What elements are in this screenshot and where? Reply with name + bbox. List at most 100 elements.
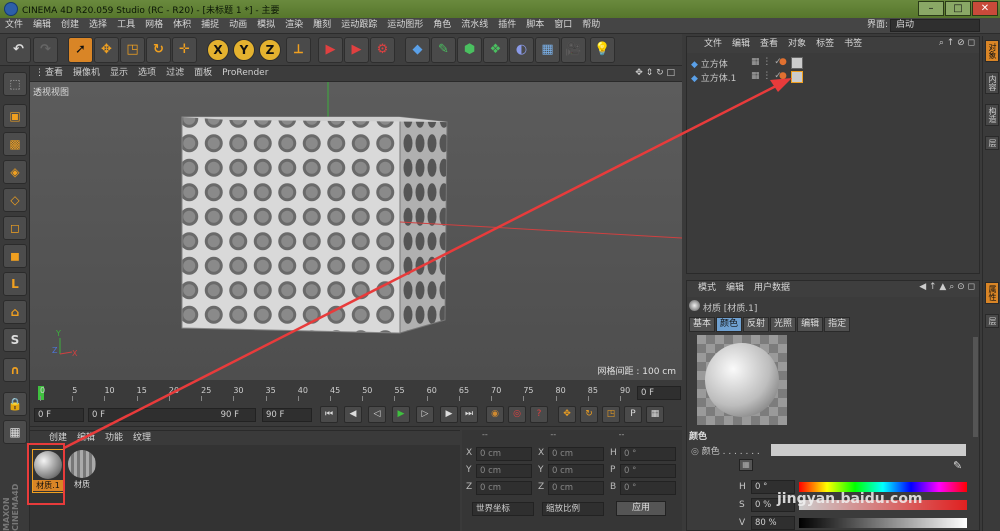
viewport-menu-item[interactable]: 选项 — [133, 66, 161, 81]
object-menu-item[interactable]: 查看 — [755, 37, 783, 52]
current-frame-field[interactable]: 0 F — [637, 386, 681, 400]
go-to-start-button[interactable]: ⏮ — [320, 406, 338, 423]
minimize-button[interactable]: – — [918, 1, 944, 16]
eyedropper-icon[interactable]: ✎ — [953, 459, 962, 472]
points-mode-icon[interactable]: ◇ — [3, 188, 27, 212]
object-menu-item[interactable]: 文件 — [699, 37, 727, 52]
workplane-icon[interactable]: ◈ — [3, 160, 27, 184]
phong-tag-icon[interactable]: ● — [779, 57, 787, 67]
grid-lock-icon[interactable]: ▦ — [3, 420, 27, 444]
coord-mode-dropdown[interactable]: 世界坐标 — [472, 502, 534, 516]
play-button[interactable]: ▶ — [392, 406, 410, 423]
solo-icon[interactable]: S — [3, 328, 27, 352]
coord-value-field[interactable]: 0 ° — [620, 447, 676, 461]
color-mode-icon[interactable]: ▦ — [739, 459, 753, 471]
object-menu-item[interactable]: 书签 — [839, 37, 867, 52]
menu-item[interactable]: 运动图形 — [382, 18, 428, 33]
coord-value-field[interactable]: 0 cm — [548, 481, 604, 495]
model-mode-icon[interactable]: ▣ — [3, 104, 27, 128]
deformer-icon[interactable]: ◐ — [509, 37, 534, 63]
select-tool-button[interactable]: ➚ — [68, 37, 93, 63]
menu-item[interactable]: 创建 — [56, 18, 84, 33]
viewport-menu-item[interactable]: 摄像机 — [68, 66, 105, 81]
go-to-end-button[interactable]: ⏭ — [460, 406, 478, 423]
edges-mode-icon[interactable]: ◻ — [3, 216, 27, 240]
coord-value-field[interactable]: 0 cm — [548, 464, 604, 478]
tab-editor[interactable]: 编辑 — [797, 317, 824, 332]
perspective-viewport[interactable]: 透视视图 Y Z X 网格间距 : 100 cm — [30, 82, 682, 380]
menu-item[interactable]: 运动跟踪 — [336, 18, 382, 33]
coord-value-field[interactable]: 0 ° — [620, 481, 676, 495]
floor-icon[interactable]: ▦ — [535, 37, 560, 63]
rotate-tool-button[interactable]: ↻ — [146, 37, 171, 63]
key-rotation-icon[interactable]: ↻ — [580, 406, 598, 423]
lock-icon[interactable]: 🔒 — [3, 392, 27, 416]
menu-item[interactable]: 动画 — [224, 18, 252, 33]
x-axis-lock-button[interactable]: X — [207, 39, 229, 61]
viewport-menu-item[interactable]: 过滤 — [161, 66, 189, 81]
tab-assign[interactable]: 指定 — [824, 317, 851, 332]
render-picture-viewer-button[interactable]: ▶ — [344, 37, 369, 63]
menu-item[interactable]: 工具 — [112, 18, 140, 33]
render-view-button[interactable]: ▶ — [318, 37, 343, 63]
attribute-scrollbar[interactable] — [973, 337, 978, 437]
phong-tag-icon[interactable]: ● — [779, 71, 787, 81]
layout-dropdown[interactable]: 启动 — [890, 19, 980, 32]
undo-button[interactable]: ↶ — [6, 37, 31, 63]
object-menu-item[interactable]: 编辑 — [727, 37, 755, 52]
key-param-icon[interactable]: P — [624, 406, 642, 423]
array-icon[interactable]: ❖ — [483, 37, 508, 63]
object-row[interactable]: ◆ 立方体.1 ▦ ⋮ ✓ ● — [691, 71, 977, 84]
previous-frame-button[interactable]: ◁ — [368, 406, 386, 423]
viewport-menu-item[interactable]: 查看 — [40, 66, 68, 81]
tab-basic[interactable]: 基本 — [689, 317, 716, 332]
attribute-menu-item[interactable]: 模式 — [693, 281, 721, 296]
viewport-menu-item[interactable]: 显示 — [105, 66, 133, 81]
coord-size-dropdown[interactable]: 缩放比例 — [542, 502, 604, 516]
close-button[interactable]: ✕ — [972, 1, 998, 16]
material-swatch-1[interactable]: 材质.1 — [32, 449, 64, 493]
move-tool-button[interactable]: ✥ — [94, 37, 119, 63]
object-menu-item[interactable]: 标签 — [811, 37, 839, 52]
texture-tag-icon[interactable] — [791, 57, 803, 69]
autokey-icon[interactable]: ◎ — [508, 406, 526, 423]
key-scale-icon[interactable]: ◳ — [602, 406, 620, 423]
tab-color[interactable]: 颜色 — [716, 317, 743, 332]
visibility-icon[interactable]: ▦ ⋮ ✓ — [751, 71, 782, 81]
object-manager-tools-icon[interactable]: ⌕ ↑ ⊘ ◻ — [939, 38, 975, 48]
menu-item[interactable]: 角色 — [428, 18, 456, 33]
render-settings-button[interactable]: ⚙ — [370, 37, 395, 63]
material-swatch-2[interactable]: 材质 — [66, 449, 98, 493]
v-field[interactable]: 80 % — [751, 516, 795, 530]
range-slider[interactable]: 0 F 90 F — [88, 408, 256, 422]
viewport-nav-icons[interactable]: ✥ ⇕ ↻ □ — [630, 66, 680, 81]
value-slider[interactable] — [799, 518, 967, 528]
menu-item[interactable]: 文件 — [0, 18, 28, 33]
coord-value-field[interactable]: 0 ° — [620, 464, 676, 478]
axis-mode-icon[interactable]: L — [3, 272, 27, 296]
tab-reflectance[interactable]: 反射 — [743, 317, 770, 332]
camera-icon[interactable]: 🎥 — [561, 37, 586, 63]
tab-illumination[interactable]: 光照 — [770, 317, 797, 332]
start-frame-field[interactable]: 0 F — [34, 408, 84, 422]
coordinate-system-button[interactable]: ⟂ — [286, 37, 311, 63]
menu-item[interactable]: 插件 — [493, 18, 521, 33]
menu-item[interactable]: 雕刻 — [308, 18, 336, 33]
keyframe-selection-icon[interactable]: ? — [530, 406, 548, 423]
attribute-menu-item[interactable]: 用户数据 — [749, 281, 795, 296]
menu-item[interactable]: 渲染 — [280, 18, 308, 33]
tweak-icon[interactable]: ⌂ — [3, 300, 27, 324]
key-pla-icon[interactable]: ▦ — [646, 406, 664, 423]
timeline-ruler[interactable]: 0 5 10 15 20 25 30 35 40 45 50 55 60 65 70 75 80 85 90 0 F — [30, 384, 682, 402]
vtab-attributes[interactable]: 属性 — [985, 282, 999, 304]
texture-tag-icon[interactable] — [791, 71, 803, 83]
coord-value-field[interactable]: 0 cm — [476, 481, 532, 495]
attribute-nav-icons[interactable]: ◀ ↑ ▲ ⌕ ⊙ ◻ — [919, 282, 975, 292]
vtab-layer[interactable]: 层 — [985, 136, 999, 150]
color-swatch[interactable] — [771, 444, 966, 456]
record-keys-icon[interactable]: ◉ — [486, 406, 504, 423]
light-icon[interactable]: 💡 — [590, 37, 615, 63]
material-menu-item[interactable]: 编辑 — [72, 431, 100, 445]
attribute-menu-item[interactable]: 编辑 — [721, 281, 749, 296]
viewport-menu-item[interactable]: 面板 — [189, 66, 217, 81]
